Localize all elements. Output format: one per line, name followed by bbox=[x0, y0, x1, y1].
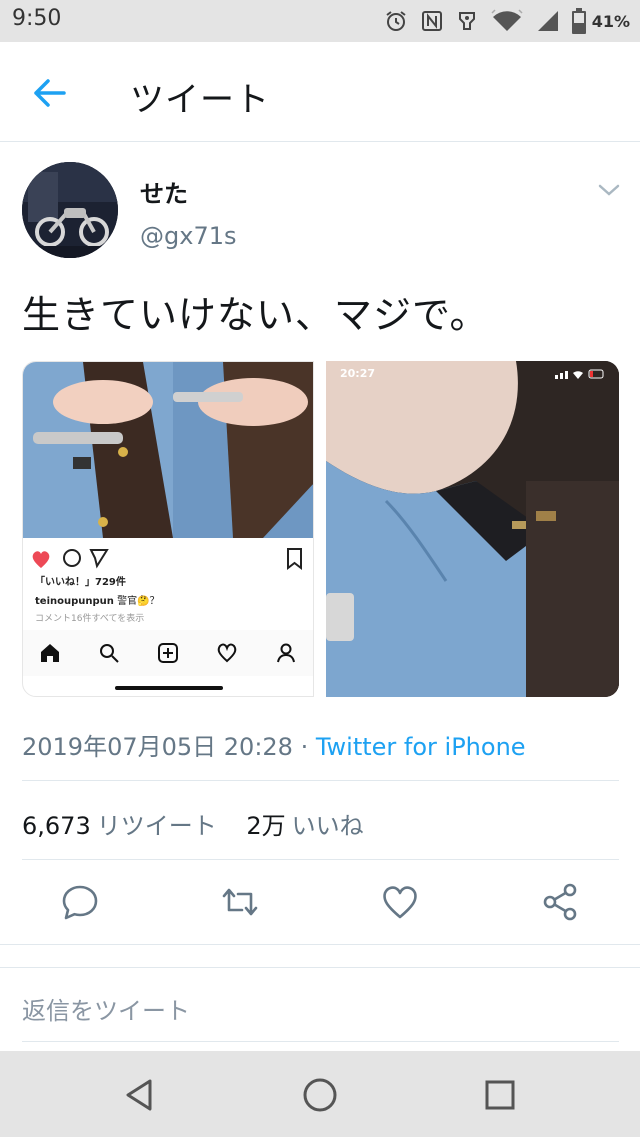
phone-time: 20:27 bbox=[340, 367, 376, 380]
timestamp-separator: · bbox=[292, 733, 316, 761]
home-indicator bbox=[115, 686, 223, 690]
cell-signal-icon bbox=[537, 11, 558, 31]
avatar[interactable] bbox=[22, 162, 118, 258]
nfc-icon bbox=[421, 11, 442, 31]
tweet-text: 生きていけない、マジで。 bbox=[22, 293, 489, 337]
app-header: ツイート bbox=[0, 42, 640, 142]
page-title: ツイート bbox=[130, 80, 270, 120]
instagram-actions bbox=[32, 548, 302, 571]
home-icon bbox=[41, 644, 59, 662]
wifi-icon bbox=[491, 9, 523, 31]
add-post-icon bbox=[158, 643, 178, 663]
instagram-caption-text: 警官🤔？ bbox=[113, 596, 160, 607]
instagram-caption: teinoupunpun 警官🤔？ bbox=[35, 592, 160, 607]
phone-status-icons bbox=[555, 369, 604, 379]
tweet-image-right[interactable]: 20:27 bbox=[326, 361, 619, 697]
avatar-image bbox=[22, 162, 118, 258]
instagram-likes: 「いいね！」729件 bbox=[35, 577, 126, 588]
activity-heart-icon bbox=[217, 643, 237, 663]
tweet-source-link[interactable]: Twitter for iPhone bbox=[316, 733, 526, 761]
battery-icon bbox=[571, 8, 586, 34]
divider bbox=[22, 780, 619, 781]
chevron-down-icon[interactable] bbox=[596, 180, 622, 200]
tweet-date: 2019年07月05日 20:28 bbox=[22, 733, 293, 761]
section-separator bbox=[0, 944, 640, 968]
back-triangle-icon[interactable] bbox=[120, 1075, 160, 1115]
photo-image bbox=[23, 362, 313, 538]
alarm-icon bbox=[386, 11, 406, 31]
profile-icon bbox=[277, 643, 295, 663]
instagram-nav bbox=[23, 630, 313, 676]
instagram-comments: コメント16件すべてを表示 bbox=[35, 614, 145, 624]
recents-square-icon[interactable] bbox=[480, 1075, 520, 1115]
send-icon bbox=[89, 549, 109, 569]
reply-input[interactable] bbox=[22, 980, 619, 1042]
username[interactable]: @gx71s bbox=[140, 222, 236, 250]
retweet-count[interactable]: 6,673 bbox=[22, 812, 91, 840]
search-icon bbox=[100, 644, 119, 663]
tweet-timestamp: 2019年07月05日 20:28 · Twitter for iPhone bbox=[22, 727, 526, 762]
tweet-stats: 6,673 リツイート 2万 いいね bbox=[22, 806, 386, 841]
heart-icon bbox=[32, 551, 50, 568]
like-label[interactable]: いいね bbox=[292, 812, 364, 840]
arrow-left-icon[interactable] bbox=[32, 78, 66, 108]
heart-icon[interactable] bbox=[380, 882, 420, 922]
data-saver-icon bbox=[458, 12, 475, 30]
status-icons: 41% bbox=[384, 8, 630, 34]
home-circle-icon[interactable] bbox=[300, 1075, 340, 1115]
comment-icon bbox=[63, 549, 81, 567]
status-bar: 9:50 41% bbox=[0, 0, 640, 42]
instagram-caption-user: teinoupunpun bbox=[35, 596, 114, 607]
retweet-label[interactable]: リツイート bbox=[97, 812, 217, 840]
android-nav-bar bbox=[0, 1051, 640, 1137]
divider bbox=[22, 859, 619, 860]
retweet-icon[interactable] bbox=[220, 882, 260, 922]
battery-percent: 41% bbox=[591, 11, 630, 31]
display-name[interactable]: せた bbox=[140, 174, 188, 209]
like-count[interactable]: 2万 bbox=[246, 812, 285, 840]
reply-icon[interactable] bbox=[60, 882, 100, 922]
status-time: 9:50 bbox=[12, 6, 62, 31]
bookmark-icon bbox=[287, 548, 302, 571]
share-icon[interactable] bbox=[540, 882, 580, 922]
photo-image bbox=[326, 361, 619, 697]
tweet-image-left[interactable]: 「いいね！」729件 teinoupunpun 警官🤔？ コメント16件すべてを… bbox=[22, 361, 314, 697]
